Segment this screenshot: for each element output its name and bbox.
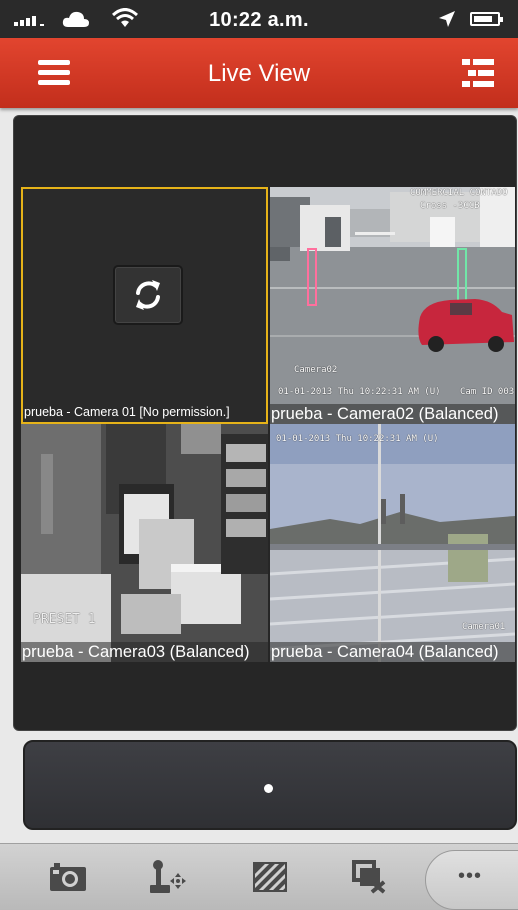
- ptz-control-icon[interactable]: [138, 844, 198, 910]
- osd-text: 01-01-2013 Thu 10:22:31 AM (U): [278, 387, 441, 397]
- close-all-icon[interactable]: [340, 844, 400, 910]
- camera-label: prueba - Camera02 (Balanced): [270, 404, 515, 424]
- status-bar: 10:22 a.m.: [0, 0, 518, 38]
- camera-tile-4[interactable]: 01-01-2013 Thu 10:22:31 AM (U) Camera01 …: [270, 424, 515, 662]
- osd-text: Camera02: [294, 365, 338, 375]
- camera-tile-2[interactable]: COMMERCIAL CONTADO Cross -3CCB Camera02 …: [270, 187, 515, 424]
- osd-text: COMMERCIAL CONTADO: [410, 188, 508, 198]
- page-indicator-area[interactable]: [23, 740, 517, 830]
- bottom-toolbar: •••: [0, 843, 518, 910]
- camera-snapshot-icon[interactable]: [38, 844, 98, 910]
- camera-tile-3[interactable]: PRESET 1 prueba - Camera03 (Balanced): [21, 424, 268, 662]
- osd-text: Camera01: [462, 622, 506, 632]
- location-arrow-icon: [439, 11, 455, 27]
- page-dot[interactable]: [264, 784, 273, 793]
- osd-text: Cross -3CCB: [420, 201, 480, 211]
- page-title: Live View: [207, 60, 311, 87]
- header-bar: Live View: [0, 38, 518, 108]
- osd-text: PRESET 1: [33, 612, 96, 627]
- camera-tile-1[interactable]: prueba - Camera 01 [No permission.]: [21, 187, 268, 424]
- osd-text: Cam ID 003: [460, 387, 515, 397]
- battery-icon: [470, 12, 503, 26]
- list-view-icon[interactable]: [462, 58, 494, 88]
- camera-label: prueba - Camera03 (Balanced): [21, 642, 268, 662]
- camera-label: prueba - Camera 01 [No permission.]: [24, 405, 230, 419]
- camera-label: prueba - Camera04 (Balanced): [270, 642, 515, 662]
- more-icon: •••: [458, 865, 483, 887]
- refresh-icon[interactable]: [113, 265, 183, 325]
- osd-text: 01-01-2013 Thu 10:22:31 AM (U): [276, 434, 439, 444]
- image-quality-icon[interactable]: [240, 844, 300, 910]
- more-button[interactable]: •••: [425, 850, 518, 910]
